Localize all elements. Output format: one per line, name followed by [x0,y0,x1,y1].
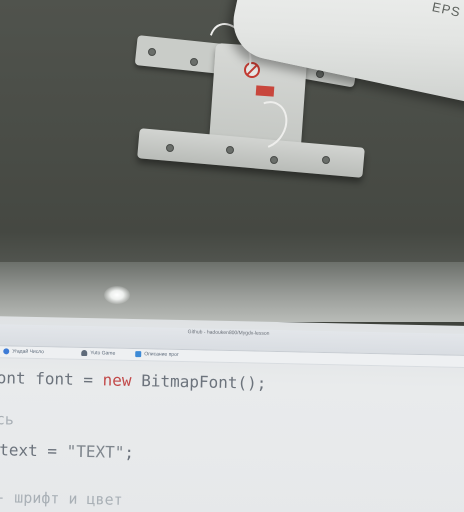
code-line-1: ont font = new BitmapFont(); [0,368,267,393]
wall-band [0,262,464,322]
bookmark-label: Yuto Game [90,350,116,357]
bolt [270,156,278,164]
bookmark-label: Угадай Число [12,348,45,356]
code-line-4: - шрифт и цвет [0,488,123,509]
bolt [148,48,156,56]
bookmark-item[interactable]: Описание прог [135,351,179,358]
photo-scene: EPS Github - hadouken800/Mygdx-lesson Уг… [0,0,464,512]
person-icon [81,349,88,357]
projected-screen: Github - hadouken800/Mygdx-lesson Угадай… [0,316,464,512]
light-spot [104,286,130,304]
code-line-2: сь [0,410,15,429]
code-string: "TEXT" [66,441,125,462]
bolt [322,156,330,164]
bolt [166,144,174,152]
code-text: ; [124,442,135,463]
code-text: text = [0,440,67,461]
code-text: BitmapFont(); [131,370,267,393]
code-line-3: text = "TEXT"; [0,440,134,462]
bolt [190,58,198,66]
badge-icon [3,348,10,355]
bookmark-item[interactable]: Угадай Число [3,348,44,355]
bookmark-label: Описание прог [144,351,179,358]
code-keyword: new [102,370,132,390]
code-text: ont font = [0,368,103,390]
bookmark-item[interactable]: Yuto Game [81,349,116,357]
bookmark-icon [135,351,142,358]
bolt [226,146,234,154]
red-sticker [255,85,275,97]
